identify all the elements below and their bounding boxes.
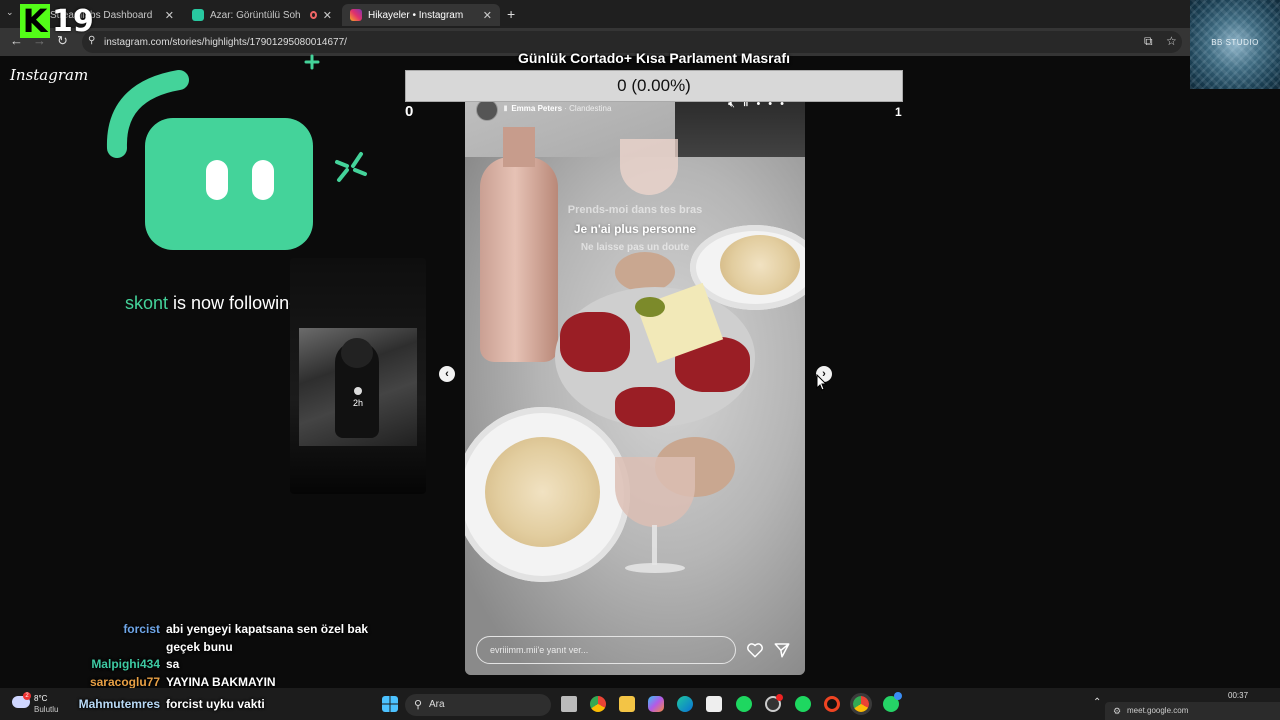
story-username[interactable]: Emma Peters: [511, 104, 562, 113]
tab-azar[interactable]: Azar: Görüntülü Sohbet & V ✕: [184, 4, 340, 26]
chat-text: sa: [166, 657, 180, 671]
donation-goal-title: Günlük Cortado+ Kısa Parlament Masrafı: [518, 50, 790, 66]
cured-meat-3: [615, 387, 675, 427]
donation-goal-min: 0: [405, 103, 414, 120]
recording-indicator-icon: [309, 11, 317, 19]
streamlabs-eye-right-icon: [252, 160, 274, 200]
chat-username: Mahmutemres: [78, 697, 160, 711]
nuts-bowl-top: [615, 252, 675, 292]
chat-username: Malpighi434: [91, 657, 160, 671]
donation-goal-progress: 0 (0.00%): [617, 76, 691, 95]
story-viewer[interactable]: [465, 97, 805, 675]
azar-favicon-icon: [192, 9, 204, 21]
tab-list-button[interactable]: ⌄: [6, 7, 14, 18]
mouse-cursor-icon: [816, 374, 827, 391]
bottle-neck: [503, 127, 535, 167]
previous-story-age: 2h: [352, 398, 363, 408]
pasta-left: [485, 437, 600, 547]
previous-story-avatar-icon: [354, 387, 362, 395]
meet-url-text: meet.google.com: [1127, 706, 1189, 715]
bb-studio-label: BB STUDIO: [1211, 38, 1259, 47]
whatsapp-badge-icon: [894, 692, 902, 700]
tab-label: Hikayeler • Instagram: [368, 9, 464, 21]
copilot-icon[interactable]: [648, 696, 664, 712]
tab-instagram[interactable]: Hikayeler • Instagram ✕: [342, 4, 500, 26]
tray-chevron-icon[interactable]: ⌃: [1093, 697, 1101, 708]
new-tab-button[interactable]: +: [507, 6, 515, 22]
notification-dot-icon: [776, 694, 783, 701]
spotify-icon[interactable]: [736, 696, 752, 712]
opera-icon[interactable]: [824, 696, 840, 712]
follower-name: skont: [125, 293, 169, 313]
kick-k-logo: K: [20, 4, 50, 38]
search-icon: ⚲: [414, 699, 423, 711]
wine-glass-foot: [625, 563, 685, 573]
story-reply-input[interactable]: [476, 636, 736, 664]
like-heart-icon[interactable]: [746, 641, 764, 659]
donation-goal-bar: 0 (0.00%): [405, 70, 903, 102]
story-header: ⦀ Emma Peters · Clandestina: [504, 104, 611, 114]
sparkle-small-icon: [304, 54, 320, 70]
thumbnail-head: [341, 338, 373, 368]
file-explorer-icon[interactable]: [619, 696, 635, 712]
olives: [635, 297, 665, 317]
url-text: instagram.com/stories/highlights/1790129…: [104, 36, 347, 48]
spotify-2-icon[interactable]: [795, 696, 811, 712]
story-song[interactable]: Clandestina: [569, 104, 611, 113]
tab-label: Azar: Görüntülü Sohbet & V: [210, 9, 300, 21]
chat-text: abi yengeyi kapatsana sen özel bak geçek…: [166, 622, 369, 654]
instagram-favicon-icon: [350, 9, 362, 21]
cured-meat-1: [560, 312, 630, 372]
lyric-line-3: Ne laisse pas un doute: [580, 242, 690, 253]
follow-message: is now following!: [168, 293, 305, 313]
taskbar-search-placeholder: Ara: [429, 699, 445, 710]
wine-glass-stem: [652, 525, 657, 565]
chrome-icon[interactable]: [590, 696, 606, 712]
chat-username: forcist: [123, 622, 160, 636]
meet-tune-icon: ⚙: [1113, 706, 1122, 716]
streamlabs-eye-left-icon: [206, 160, 228, 200]
chrome-active-icon[interactable]: [850, 693, 872, 715]
chat-message: Mahmutemres forcist uyku vakti: [0, 696, 420, 714]
lyric-line-1: Prends-moi dans tes bras: [567, 204, 703, 216]
kick-number: 19: [52, 3, 94, 39]
taskbar-search[interactable]: ⚲ Ara: [405, 694, 551, 716]
sparkle-icon: [335, 152, 367, 182]
chat-overlay: forcist abi yengeyi kapatsana sen özel b…: [0, 621, 420, 691]
meet-share-bar[interactable]: ⚙ meet.google.com: [1105, 702, 1280, 720]
music-bars-icon: ⦀: [504, 106, 508, 113]
close-tab-icon[interactable]: ✕: [165, 9, 174, 22]
streamlabs-logo-icon: [145, 118, 313, 250]
chat-text: forcist uyku vakti: [166, 697, 265, 711]
rose-wine-bottle: [480, 157, 558, 362]
kick-logo: K 19: [20, 3, 94, 39]
taskbar-clock[interactable]: 00:37: [1228, 691, 1248, 700]
bb-studio-overlay: BB STUDIO: [1190, 0, 1280, 89]
donation-goal-max: 1: [895, 105, 902, 119]
story-avatar[interactable]: [476, 99, 498, 121]
chat-message: Malpighi434 sa: [0, 656, 420, 674]
lyric-line-2: Je n'ai plus personne: [573, 222, 697, 236]
store-icon[interactable]: [706, 696, 722, 712]
windows-start-icon[interactable]: [382, 696, 398, 712]
task-view-icon[interactable]: [561, 696, 577, 712]
follow-alert-text: skont is now following!: [125, 293, 304, 314]
close-tab-icon[interactable]: ✕: [323, 9, 332, 22]
edge-icon[interactable]: [677, 696, 693, 712]
bookmark-star-icon[interactable]: ☆: [1166, 34, 1177, 48]
previous-story-arrow-icon[interactable]: ‹: [439, 366, 455, 382]
browser-tab-bar: ⌄ Streamlabs Dashboard ✕ Azar: Görüntülü…: [0, 0, 1280, 28]
chat-message: forcist abi yengeyi kapatsana sen özel b…: [0, 621, 420, 656]
instagram-logo[interactable]: Instagram: [10, 66, 88, 84]
wine-glass-top: [620, 139, 678, 195]
close-tab-icon[interactable]: ✕: [483, 9, 492, 22]
cast-icon[interactable]: ⧉: [1144, 34, 1153, 49]
share-send-icon[interactable]: [773, 641, 791, 659]
